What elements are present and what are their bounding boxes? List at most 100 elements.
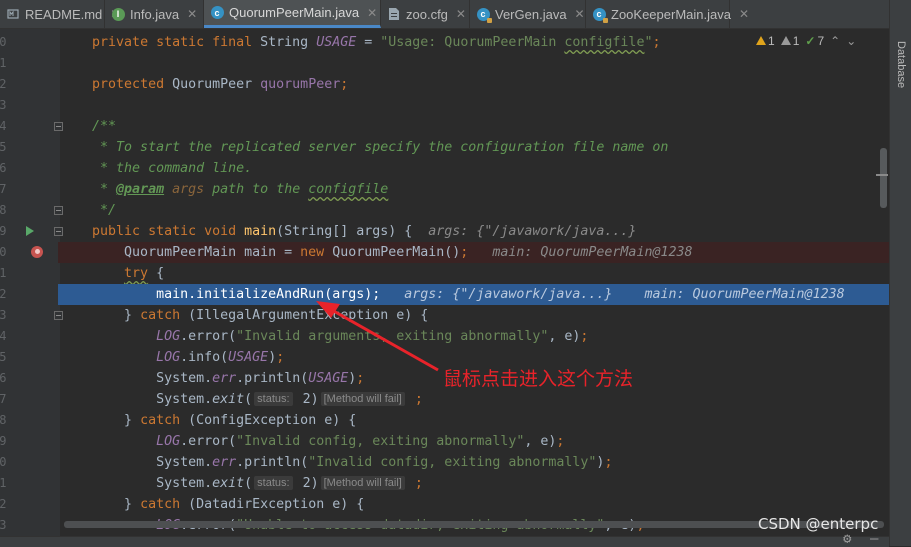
code-line[interactable]: /** bbox=[60, 116, 889, 137]
code-token: err bbox=[212, 371, 237, 386]
tab-info-java[interactable]: I Info.java ✕ bbox=[105, 0, 204, 28]
tab-zoo-cfg[interactable]: zoo.cfg ✕ bbox=[381, 0, 470, 28]
code-token: 2) bbox=[294, 476, 319, 491]
line-number: 93 bbox=[0, 518, 7, 532]
code-token: status: bbox=[254, 476, 293, 490]
vertical-scrollbar-thumb[interactable] bbox=[880, 148, 887, 208]
code-token: LOG bbox=[156, 434, 181, 449]
code-line[interactable]: LOG.error("Invalid config, exiting abnor… bbox=[60, 431, 889, 452]
code-token: .println( bbox=[236, 371, 309, 386]
close-icon[interactable]: ✕ bbox=[575, 7, 585, 21]
code-token: .info( bbox=[180, 350, 229, 365]
code-token: * To start the replicated server specify… bbox=[100, 140, 669, 155]
close-icon[interactable]: ✕ bbox=[367, 6, 377, 20]
database-tool-tab-label: Database bbox=[895, 41, 907, 89]
run-icon[interactable] bbox=[26, 226, 34, 236]
code-token: exit bbox=[212, 392, 245, 407]
code-line[interactable] bbox=[60, 95, 889, 116]
code-line[interactable]: * the command line. bbox=[60, 158, 889, 179]
code-line[interactable]: } catch (IllegalArgumentException e) { bbox=[60, 305, 889, 326]
code-editor[interactable]: private static final String USAGE = "Usa… bbox=[60, 29, 889, 546]
tab-vergen-java[interactable]: c VerGen.java ✕ bbox=[470, 0, 586, 28]
code-line[interactable]: } catch (ConfigException e) { bbox=[60, 410, 889, 431]
code-token: main.initializeAndRun(args) bbox=[156, 287, 373, 302]
code-line[interactable]: System.err.println("Invalid config, exit… bbox=[60, 452, 889, 473]
ok-count: 7 bbox=[817, 34, 825, 48]
code-token: public static void bbox=[92, 224, 245, 239]
class-icon: c bbox=[476, 7, 492, 23]
code-line[interactable]: * To start the replicated server specify… bbox=[60, 137, 889, 158]
code-line[interactable] bbox=[60, 53, 889, 74]
class-icon: c bbox=[210, 6, 224, 20]
code-line[interactable]: System.exit(status: 2) [Method will fail]… bbox=[60, 473, 889, 494]
close-icon[interactable]: ✕ bbox=[739, 7, 749, 21]
line-number: 73 bbox=[0, 98, 7, 112]
code-token: ; bbox=[604, 455, 613, 470]
ok-indicator[interactable]: ✓ 7 bbox=[805, 34, 824, 48]
code-token: */ bbox=[100, 203, 117, 218]
code-token: { bbox=[148, 266, 165, 281]
code-token: , e) bbox=[524, 434, 557, 449]
breakpoint-icon[interactable] bbox=[31, 246, 43, 258]
close-icon[interactable]: ✕ bbox=[187, 7, 197, 21]
code-token: "Invalid config, exiting abnormally" bbox=[308, 455, 597, 470]
tab-readme-md[interactable]: README.md✕ bbox=[0, 0, 120, 28]
code-line[interactable]: } catch (DatadirException e) { bbox=[60, 494, 889, 515]
chevron-down-icon[interactable]: ⌄ bbox=[846, 34, 856, 48]
inspection-widget[interactable]: 1 1 ✓ 7 ⌃ ⌄ bbox=[756, 30, 857, 52]
line-number: 80 bbox=[0, 245, 7, 259]
code-line[interactable]: */ bbox=[60, 200, 889, 221]
code-token: path to the bbox=[204, 182, 309, 197]
execution-point-line[interactable]: main.initializeAndRun(args); args: {"/ja… bbox=[60, 284, 889, 305]
line-number: 84 bbox=[0, 329, 7, 343]
editor-gutter[interactable]: 70 71 72 73 74 75 76 77 78 79 80 81 82 83 84 85 86 87 88 89… bbox=[0, 29, 63, 546]
close-icon[interactable]: ✕ bbox=[456, 7, 466, 21]
warnings-indicator[interactable]: 1 bbox=[756, 34, 775, 48]
line-number: 71 bbox=[0, 56, 7, 70]
chevron-up-icon[interactable]: ⌃ bbox=[830, 34, 840, 48]
code-token: catch bbox=[140, 308, 189, 323]
tab-zookeepermain-java[interactable]: c ZooKeeperMain.java ✕ bbox=[586, 0, 749, 28]
code-token: /** bbox=[92, 119, 117, 134]
code-line[interactable]: try { bbox=[60, 263, 889, 284]
code-token: USAGE bbox=[308, 371, 349, 386]
weak-warnings-count: 1 bbox=[792, 34, 800, 48]
weak-warnings-indicator[interactable]: 1 bbox=[780, 34, 800, 48]
code-line[interactable]: System.exit(status: 2) [Method will fail]… bbox=[60, 389, 889, 410]
code-token: ; bbox=[556, 434, 565, 449]
line-number: 85 bbox=[0, 350, 7, 364]
gear-icon[interactable]: ⚙ bbox=[843, 532, 851, 546]
database-tool-tab[interactable]: Database bbox=[892, 30, 910, 100]
line-number: 86 bbox=[0, 371, 7, 385]
code-token: protected bbox=[92, 77, 173, 92]
line-number: 75 bbox=[0, 140, 7, 154]
code-token: [Method will fail] bbox=[320, 476, 405, 490]
markdown-file-icon bbox=[6, 7, 20, 21]
code-token: } bbox=[124, 308, 141, 323]
tab-quorumpeermain-java[interactable]: c QuorumPeerMain.java ✕ bbox=[204, 0, 381, 28]
code-line[interactable]: * @param args path to the configfile bbox=[60, 179, 889, 200]
code-line[interactable]: LOG.error("Invalid arguments, exiting ab… bbox=[60, 326, 889, 347]
code-line[interactable]: protected QuorumPeer quorumPeer; bbox=[60, 74, 889, 95]
code-token: ; bbox=[340, 77, 349, 92]
code-token: , e) bbox=[548, 329, 581, 344]
breakpoint-line[interactable]: QuorumPeerMain main = new QuorumPeerMain… bbox=[60, 242, 889, 263]
code-line[interactable]: public static void main(String[] args) {… bbox=[60, 221, 889, 242]
right-tool-strip: Database bbox=[889, 0, 911, 546]
code-token: "Invalid config, exiting abnormally" bbox=[236, 434, 525, 449]
code-token: ; bbox=[652, 35, 661, 50]
code-token: System. bbox=[156, 371, 213, 386]
tab-label: zoo.cfg bbox=[406, 6, 448, 22]
warning-icon bbox=[756, 36, 766, 45]
minimize-icon[interactable]: — bbox=[870, 532, 878, 546]
code-token: } bbox=[124, 497, 141, 512]
